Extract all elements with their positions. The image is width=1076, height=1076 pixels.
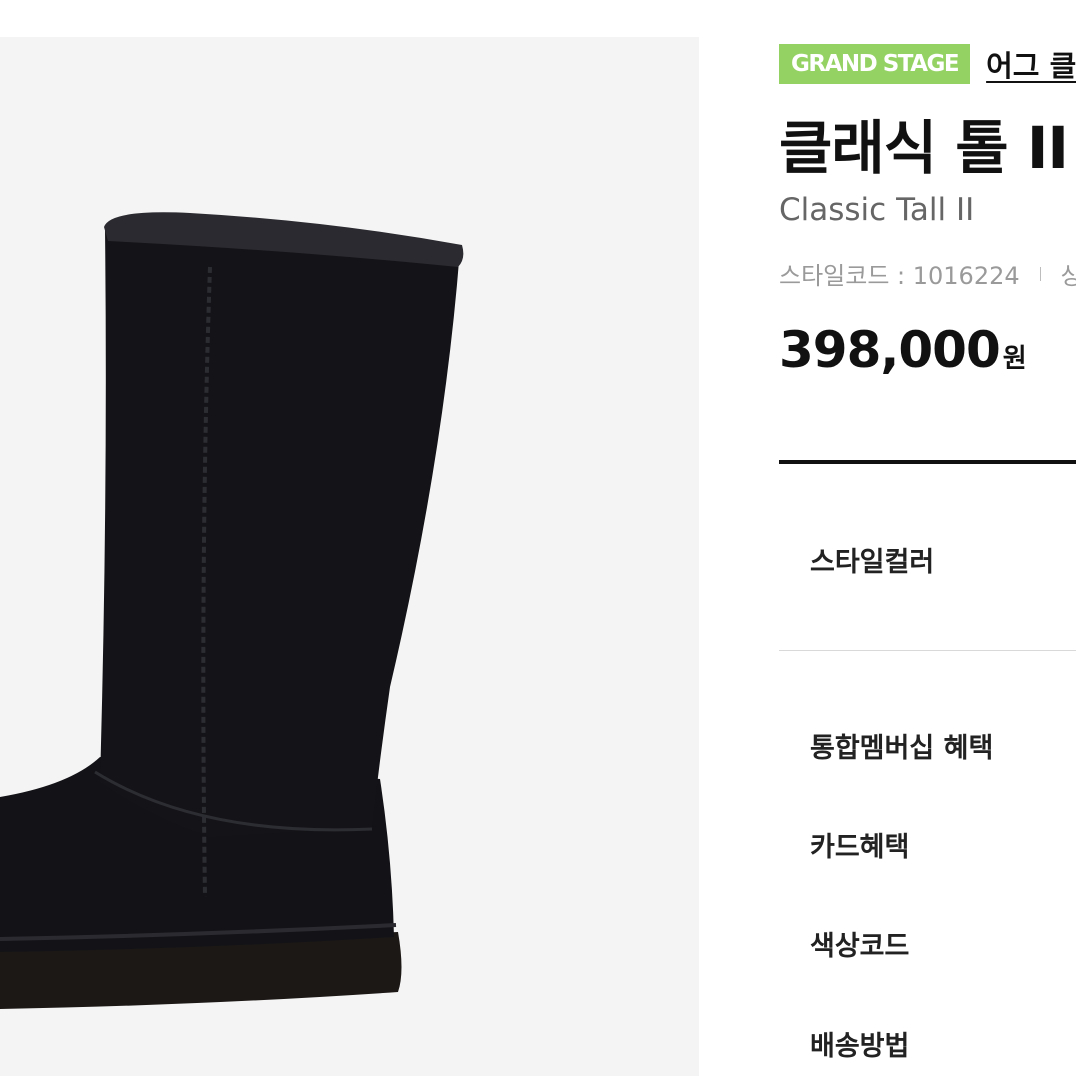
price-amount: 398,000: [779, 321, 1001, 379]
divider-light: [779, 650, 1076, 651]
product-info: GRAND STAGE 어그 클 클래식 톨 II Classic Tall I…: [779, 44, 1076, 379]
brand-row: GRAND STAGE 어그 클: [779, 44, 1076, 84]
product-title: 클래식 톨 II: [779, 114, 1069, 182]
product-image-gallery[interactable]: [0, 37, 699, 1076]
store-badge[interactable]: GRAND STAGE: [779, 44, 971, 84]
color-code-label: 색상코드: [810, 931, 910, 962]
style-code: 스타일코드 : 1016224: [779, 262, 1020, 290]
brand-link[interactable]: 어그 클: [986, 43, 1076, 85]
membership-benefit-label: 통합멤버십 혜택: [810, 733, 994, 764]
meta-partial: 상: [1060, 262, 1076, 290]
product-meta-row: 스타일코드 : 1016224 상: [779, 256, 1076, 291]
style-color-label: 스타일컬러: [810, 547, 935, 578]
card-benefit-label: 카드혜택: [810, 832, 910, 863]
meta-divider: [1039, 266, 1041, 281]
product-detail-page: GRAND STAGE 어그 클 클래식 톨 II Classic Tall I…: [0, 0, 1076, 1076]
product-image-boot: [0, 212, 464, 1009]
price-currency: 원: [1002, 344, 1027, 374]
divider-strong: [779, 460, 1076, 464]
shipping-method-label: 배송방법: [810, 1031, 910, 1062]
product-title-english: Classic Tall II: [779, 192, 975, 228]
price: 398,000 원: [779, 321, 1076, 379]
